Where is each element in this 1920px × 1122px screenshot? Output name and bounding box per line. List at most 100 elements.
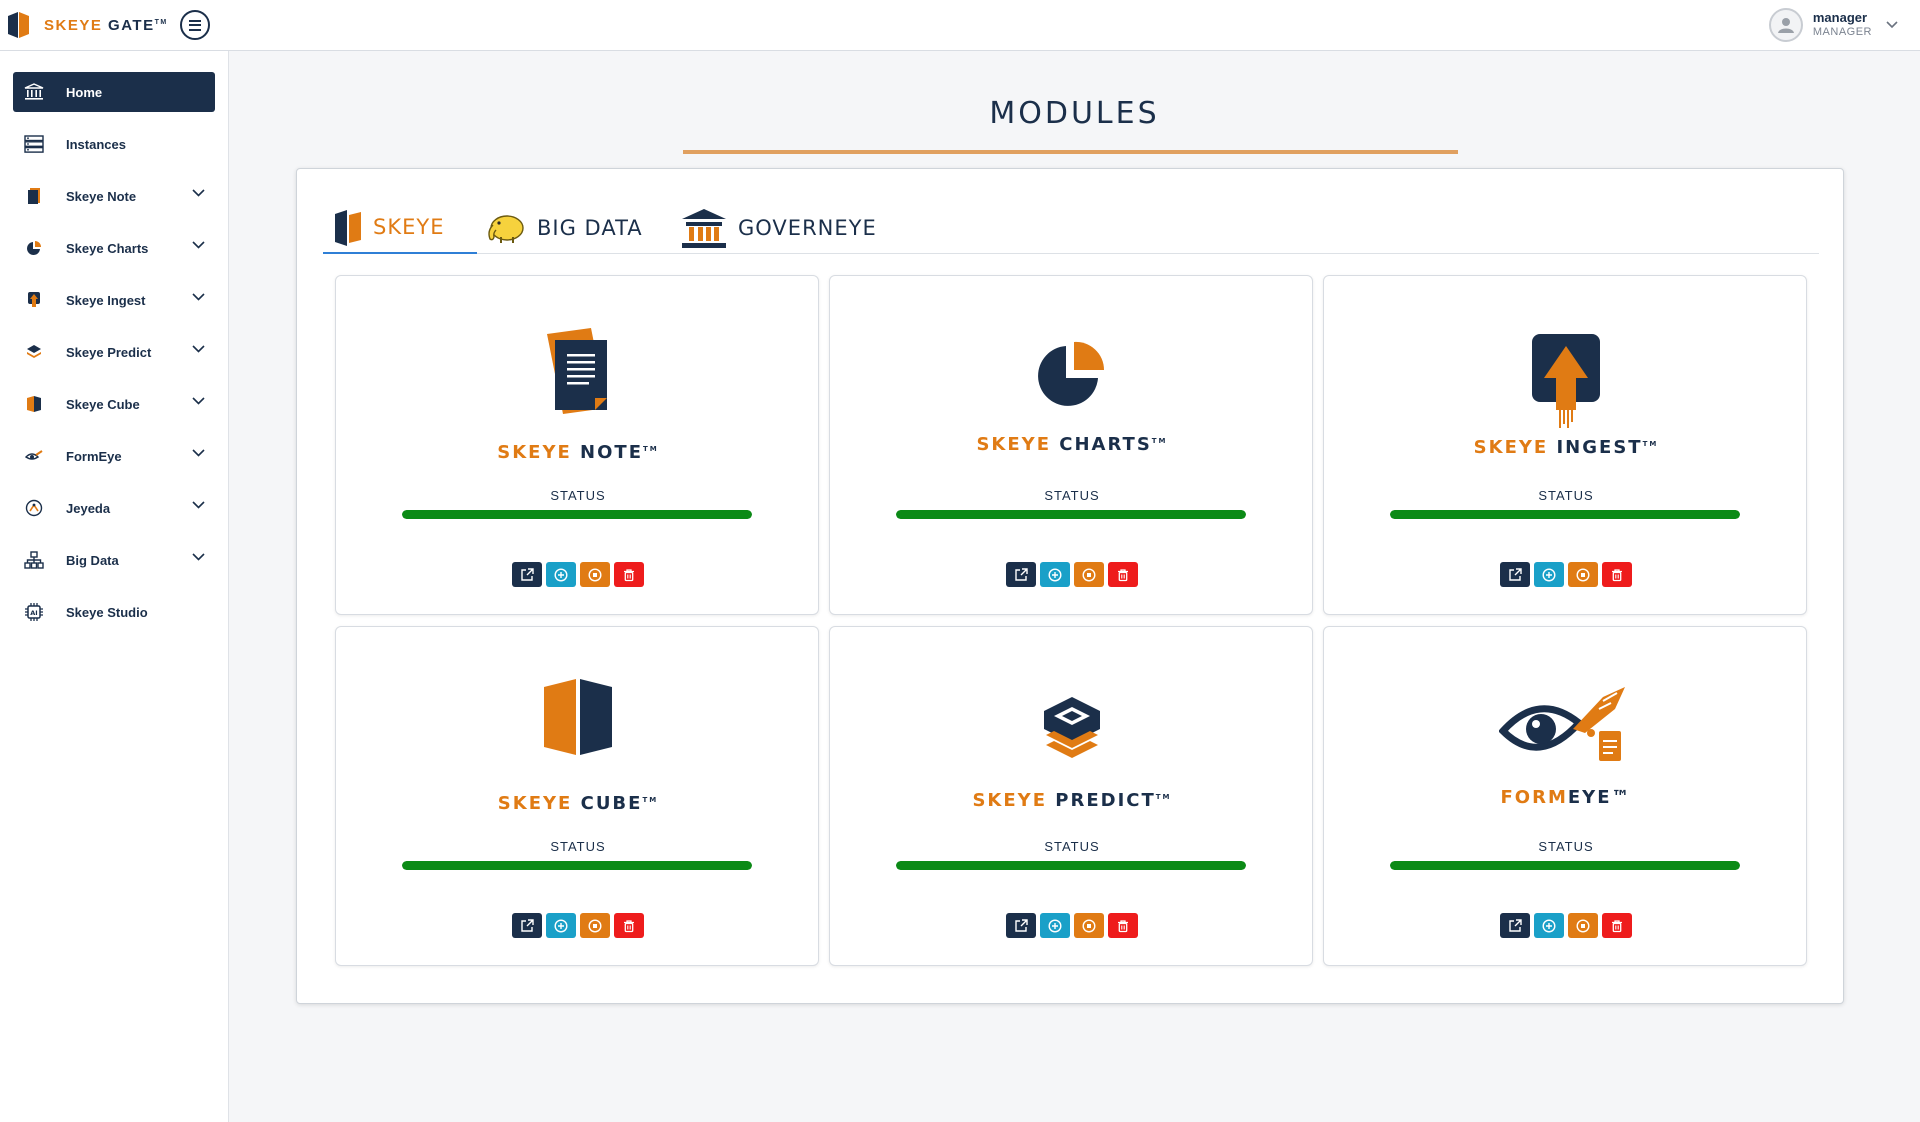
sidebar-item-label: Skeye Note — [66, 188, 137, 204]
chevron-down-icon — [192, 189, 205, 197]
status-label: STATUS — [550, 839, 606, 854]
tab-governeye[interactable]: GOVERNEYE — [680, 201, 877, 254]
stop-circle-icon — [1082, 567, 1096, 582]
delete-button[interactable] — [1602, 562, 1632, 587]
trash-icon — [624, 919, 634, 932]
card-actions — [830, 913, 1314, 938]
sidebar-item-label: Skeye Studio — [66, 604, 148, 620]
avatar — [1768, 8, 1803, 42]
tab-big-data[interactable]: BIG DATA — [485, 201, 643, 254]
stop-button[interactable] — [1074, 913, 1104, 938]
chevron-down-icon — [192, 397, 205, 405]
sidebar-item-label: Skeye Cube — [66, 396, 140, 412]
sidebar-item-skeye-ingest[interactable]: Skeye Ingest — [13, 280, 215, 320]
module-card-skeye-predict: SKEYE PREDICTTM STATUS — [829, 626, 1313, 966]
sidebar-item-skeye-note[interactable]: Skeye Note — [13, 176, 215, 216]
module-name: SKEYE CHARTSTM — [976, 434, 1168, 455]
external-link-icon — [1509, 918, 1522, 932]
ai-chip-icon: AI — [23, 601, 45, 623]
cube-icon — [544, 679, 612, 755]
tab-skeye[interactable]: SKEYE — [323, 201, 477, 254]
sidebar-item-skeye-studio[interactable]: AI Skeye Studio — [13, 592, 215, 632]
sidebar-item-skeye-cube[interactable]: Skeye Cube — [13, 384, 215, 424]
chevron-down-icon — [192, 553, 205, 561]
cube-icon — [23, 393, 45, 415]
delete-button[interactable] — [1602, 913, 1632, 938]
plus-circle-icon — [554, 567, 568, 582]
open-button[interactable] — [1500, 913, 1530, 938]
top-header: SKEYE GATETM manager MANAGER — [0, 0, 1920, 51]
open-button[interactable] — [1006, 913, 1036, 938]
formeye-icon — [23, 445, 45, 467]
chevron-down-icon — [192, 241, 205, 249]
stop-button[interactable] — [1074, 562, 1104, 587]
status-bar — [1390, 861, 1740, 870]
predict-icon — [1044, 697, 1100, 758]
sidebar-item-big-data[interactable]: Big Data — [13, 540, 215, 580]
stop-button[interactable] — [580, 562, 610, 587]
delete-button[interactable] — [1108, 913, 1138, 938]
add-instance-button[interactable] — [1040, 913, 1070, 938]
status-bar — [896, 861, 1246, 870]
user-menu[interactable]: manager MANAGER — [1768, 8, 1898, 42]
sidebar-item-jeyeda[interactable]: Jeyeda — [13, 488, 215, 528]
status-bar — [1390, 510, 1740, 519]
external-link-icon — [1015, 567, 1028, 581]
open-button[interactable] — [512, 913, 542, 938]
brand-name: SKEYE GATETM — [44, 16, 168, 34]
open-button[interactable] — [1500, 562, 1530, 587]
trash-icon — [1118, 919, 1128, 932]
skeye-logo-icon — [8, 12, 29, 38]
module-card-formeye: FORMEYE™ STATUS — [1323, 626, 1807, 966]
chevron-down-icon — [192, 449, 205, 457]
formeye-icon — [1499, 687, 1625, 761]
user-name: manager — [1812, 10, 1868, 26]
delete-button[interactable] — [614, 562, 644, 587]
modules-panel: SKEYE BIG DATA GOVERNEYE SKEYE NOTETM ST… — [296, 168, 1844, 1004]
stop-button[interactable] — [1568, 562, 1598, 587]
plus-circle-icon — [1048, 918, 1062, 933]
stop-button[interactable] — [580, 913, 610, 938]
status-bar — [402, 510, 752, 519]
add-instance-button[interactable] — [1534, 913, 1564, 938]
add-instance-button[interactable] — [1040, 562, 1070, 587]
sidebar-item-instances[interactable]: Instances — [13, 124, 215, 164]
pie-chart-icon — [1038, 339, 1106, 406]
server-icon — [23, 133, 45, 155]
plus-circle-icon — [1542, 918, 1556, 933]
external-link-icon — [521, 567, 534, 581]
sidebar-item-skeye-predict[interactable]: Skeye Predict — [13, 332, 215, 372]
note-icon — [547, 328, 607, 414]
stop-circle-icon — [1576, 918, 1590, 933]
bank-icon — [682, 208, 726, 248]
status-bar — [402, 861, 752, 870]
sidebar-item-skeye-charts[interactable]: Skeye Charts — [13, 228, 215, 268]
external-link-icon — [521, 918, 534, 932]
brand-logo[interactable]: SKEYE GATETM — [8, 12, 168, 38]
stop-button[interactable] — [1568, 913, 1598, 938]
module-card-skeye-ingest: SKEYE INGESTTM STATUS — [1323, 275, 1807, 615]
add-instance-button[interactable] — [546, 562, 576, 587]
chevron-down-icon — [192, 345, 205, 353]
open-button[interactable] — [1006, 562, 1036, 587]
sidebar-item-label: Home — [66, 84, 103, 100]
module-name: SKEYE INGESTTM — [1473, 437, 1659, 458]
sidebar-item-home[interactable]: Home — [13, 72, 215, 112]
add-instance-button[interactable] — [1534, 562, 1564, 587]
module-card-skeye-note: SKEYE NOTETM STATUS — [335, 275, 819, 615]
delete-button[interactable] — [614, 913, 644, 938]
menu-toggle-button[interactable] — [179, 10, 210, 40]
stop-circle-icon — [588, 918, 602, 933]
delete-button[interactable] — [1108, 562, 1138, 587]
plus-circle-icon — [1542, 567, 1556, 582]
status-fill — [896, 510, 1246, 519]
trash-icon — [1612, 919, 1622, 932]
open-button[interactable] — [512, 562, 542, 587]
user-role: MANAGER — [1812, 26, 1872, 39]
stop-circle-icon — [1082, 918, 1096, 933]
sidebar-item-formeye[interactable]: FormEye — [13, 436, 215, 476]
status-fill — [402, 861, 752, 870]
module-tabs: SKEYE BIG DATA GOVERNEYE — [323, 201, 1819, 254]
add-instance-button[interactable] — [546, 913, 576, 938]
trash-icon — [1612, 568, 1622, 581]
